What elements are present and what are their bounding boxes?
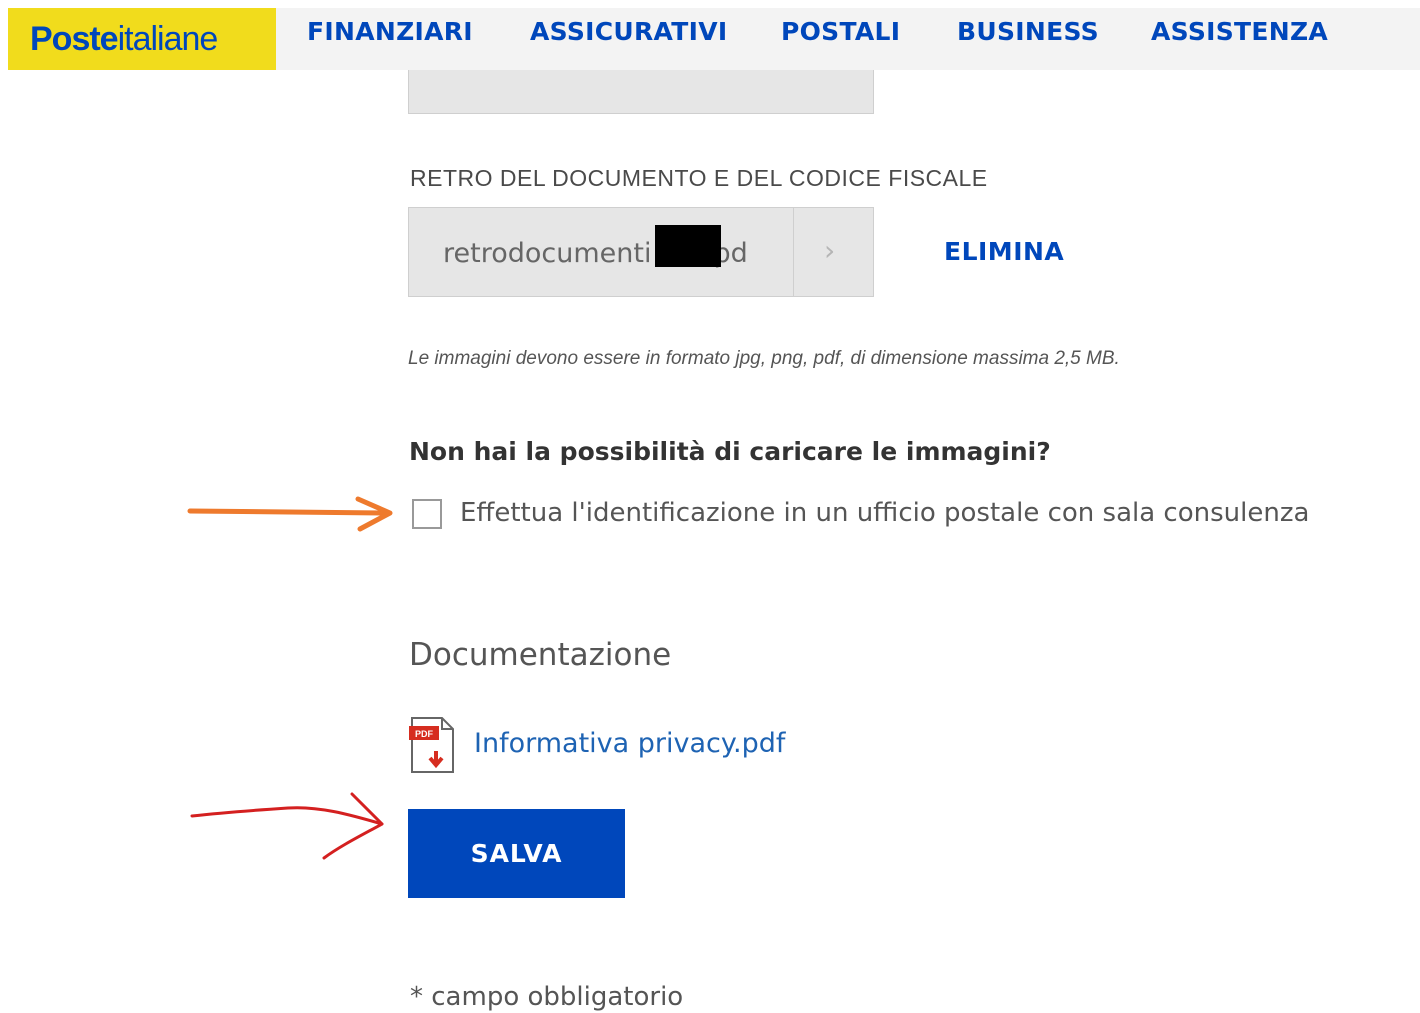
nav-assicurativi[interactable]: ASSICURATIVI — [530, 8, 727, 54]
logo-regular-part: italiane — [117, 19, 219, 58]
nav-business[interactable]: BUSINESS — [957, 8, 1099, 54]
chevron-right-icon[interactable]: › — [824, 234, 835, 267]
image-format-note: Le immagini devono essere in formato jpg… — [408, 348, 1120, 369]
post-office-identification-checkbox[interactable] — [412, 499, 442, 529]
redaction-box — [655, 225, 721, 267]
save-button[interactable]: SALVA — [408, 809, 625, 898]
annotation-arrow-red — [190, 792, 384, 860]
nav-assistenza[interactable]: ASSISTENZA — [1151, 8, 1328, 54]
file-box-divider — [793, 208, 794, 296]
annotation-arrow-orange — [187, 496, 393, 532]
delete-retro-button[interactable]: ELIMINA — [944, 237, 1064, 266]
privacy-pdf-link[interactable]: Informativa privacy.pdf — [474, 728, 785, 759]
poste-italiane-logo[interactable]: Posteitaliane — [8, 8, 276, 70]
pdf-badge-text: PDF — [415, 729, 434, 739]
retro-file-name-start: retrodocumenti — [443, 238, 652, 269]
upload-alternative-question: Non hai la possibilità di caricare le im… — [409, 437, 1051, 466]
nav-postali[interactable]: POSTALI — [781, 8, 900, 54]
nav-finanziari[interactable]: FINANZIARI — [307, 8, 473, 54]
post-office-identification-label[interactable]: Effettua l'identificazione in un ufficio… — [460, 498, 1309, 528]
logo-text: Posteitaliane — [30, 19, 219, 59]
pdf-file-icon[interactable]: PDF — [408, 715, 456, 775]
retro-document-label: RETRO DEL DOCUMENTO E DEL CODICE FISCALE — [410, 165, 988, 191]
logo-bold-part: Poste — [30, 19, 119, 58]
retro-document-file-box[interactable]: retrodocumenti pd › — [408, 207, 874, 297]
site-header: Posteitaliane FINANZIARI ASSICURATIVI PO… — [0, 0, 1420, 70]
documentation-heading: Documentazione — [409, 637, 672, 673]
required-field-note: * campo obbligatorio — [410, 982, 684, 1012]
